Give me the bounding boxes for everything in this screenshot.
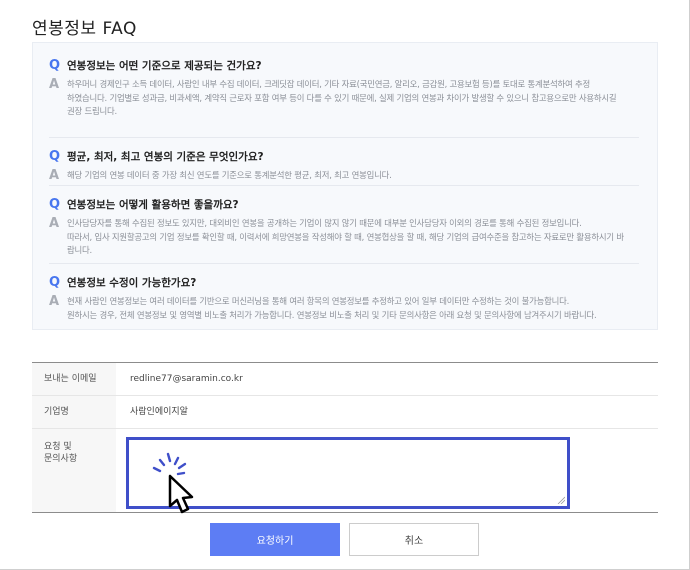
answer-mark: A xyxy=(49,77,60,92)
answer-mark: A xyxy=(49,168,60,183)
answer-line: 하우머니 경제인구 소득 데이터, 사람인 내부 수집 데이터, 크레딧잡 데이… xyxy=(67,79,591,89)
faq-item-3: Q 연봉정보는 어떻게 활용하면 좋을까요? A 인사담당자를 통해 수집된 정… xyxy=(49,185,639,258)
faq-item-4: Q 연봉정보 수정이 가능한가요? A 현재 사람인 연봉정보는 여러 데이터를… xyxy=(49,263,639,322)
answer-mark: A xyxy=(49,216,60,231)
answer-line: 하였습니다. 기업별로 성과금, 비과세액, 계약직 근로자 포함 여부 등이 … xyxy=(67,92,617,103)
click-cursor-icon xyxy=(152,452,194,514)
request-label-line: 문의사항 xyxy=(44,454,78,464)
sender-email-row: 보내는 이메일 redline77@saramin.co.kr xyxy=(32,363,658,396)
question-mark: Q xyxy=(49,275,61,290)
answer-line: 해당 기업의 연봉 데이터 중 가장 최신 연도를 기준으로 통계분석한 평균,… xyxy=(67,170,392,180)
request-form: 보내는 이메일 redline77@saramin.co.kr 기업명 사람인에… xyxy=(32,362,658,513)
company-label: 기업명 xyxy=(32,396,116,428)
faq-question: 평균, 최저, 최고 연봉의 기준은 무엇인가요? xyxy=(67,151,264,163)
request-label-line: 요청 및 xyxy=(44,442,72,452)
submit-button[interactable]: 요청하기 xyxy=(210,523,340,556)
company-row: 기업명 사람인에이지알 xyxy=(32,396,658,429)
answer-line: 인사담당자를 통해 수집된 정보도 있지만, 대외비인 연봉을 공개하는 기업이… xyxy=(67,218,582,228)
answer-line: 따라서, 입사 지원할공고의 기업 정보를 확인할 때, 이력서에 희망연봉을 … xyxy=(67,231,624,242)
answer-mark: A xyxy=(49,294,60,309)
answer-line: 현재 사람인 연봉정보는 여러 데이터를 기반으로 머신러닝을 통해 여러 항목… xyxy=(67,296,570,306)
request-row: 요청 및 문의사항 xyxy=(32,429,658,513)
faq-title: 연봉정보 FAQ xyxy=(32,19,137,39)
sender-email-value: redline77@saramin.co.kr xyxy=(130,374,243,384)
question-mark: Q xyxy=(49,149,61,164)
request-label: 요청 및 문의사항 xyxy=(32,429,116,512)
cancel-button[interactable]: 취소 xyxy=(349,523,479,556)
faq-answer: 해당 기업의 연봉 데이터 중 가장 최신 연도를 기준으로 통계분석한 평균,… xyxy=(67,169,392,183)
faq-question: 연봉정보 수정이 가능한가요? xyxy=(67,277,197,289)
company-value: 사람인에이지알 xyxy=(130,407,188,417)
faq-answer: 현재 사람인 연봉정보는 여러 데이터를 기반으로 머신러닝을 통해 여러 항목… xyxy=(67,295,597,322)
answer-line: 원하시는 경우, 전체 연봉정보 및 영역별 비노출 처리가 가능합니다. 연봉… xyxy=(67,309,597,320)
sender-email-label: 보내는 이메일 xyxy=(32,363,116,395)
faq-question: 연봉정보는 어떤 기준으로 제공되는 건가요? xyxy=(67,60,262,72)
question-mark: Q xyxy=(49,197,61,212)
faq-item-1: Q 연봉정보는 어떤 기준으로 제공되는 건가요? A 하우머니 경제인구 소득… xyxy=(49,57,639,119)
faq-answer: 하우머니 경제인구 소득 데이터, 사람인 내부 수집 데이터, 크레딧잡 데이… xyxy=(67,78,617,119)
faq-question: 연봉정보는 어떻게 활용하면 좋을까요? xyxy=(67,199,239,211)
faq-item-2: Q 평균, 최저, 최고 연봉의 기준은 무엇인가요? A 해당 기업의 연봉 … xyxy=(49,137,639,183)
answer-line: 권장 드립니다. xyxy=(67,106,117,116)
question-mark: Q xyxy=(49,58,61,73)
resize-grip-icon[interactable] xyxy=(557,496,565,504)
faq-answer: 인사담당자를 통해 수집된 정보도 있지만, 대외비인 연봉을 공개하는 기업이… xyxy=(67,217,624,258)
faq-box: Q 연봉정보는 어떤 기준으로 제공되는 건가요? A 하우머니 경제인구 소득… xyxy=(32,42,658,330)
answer-line: 랍니다. xyxy=(67,245,92,255)
